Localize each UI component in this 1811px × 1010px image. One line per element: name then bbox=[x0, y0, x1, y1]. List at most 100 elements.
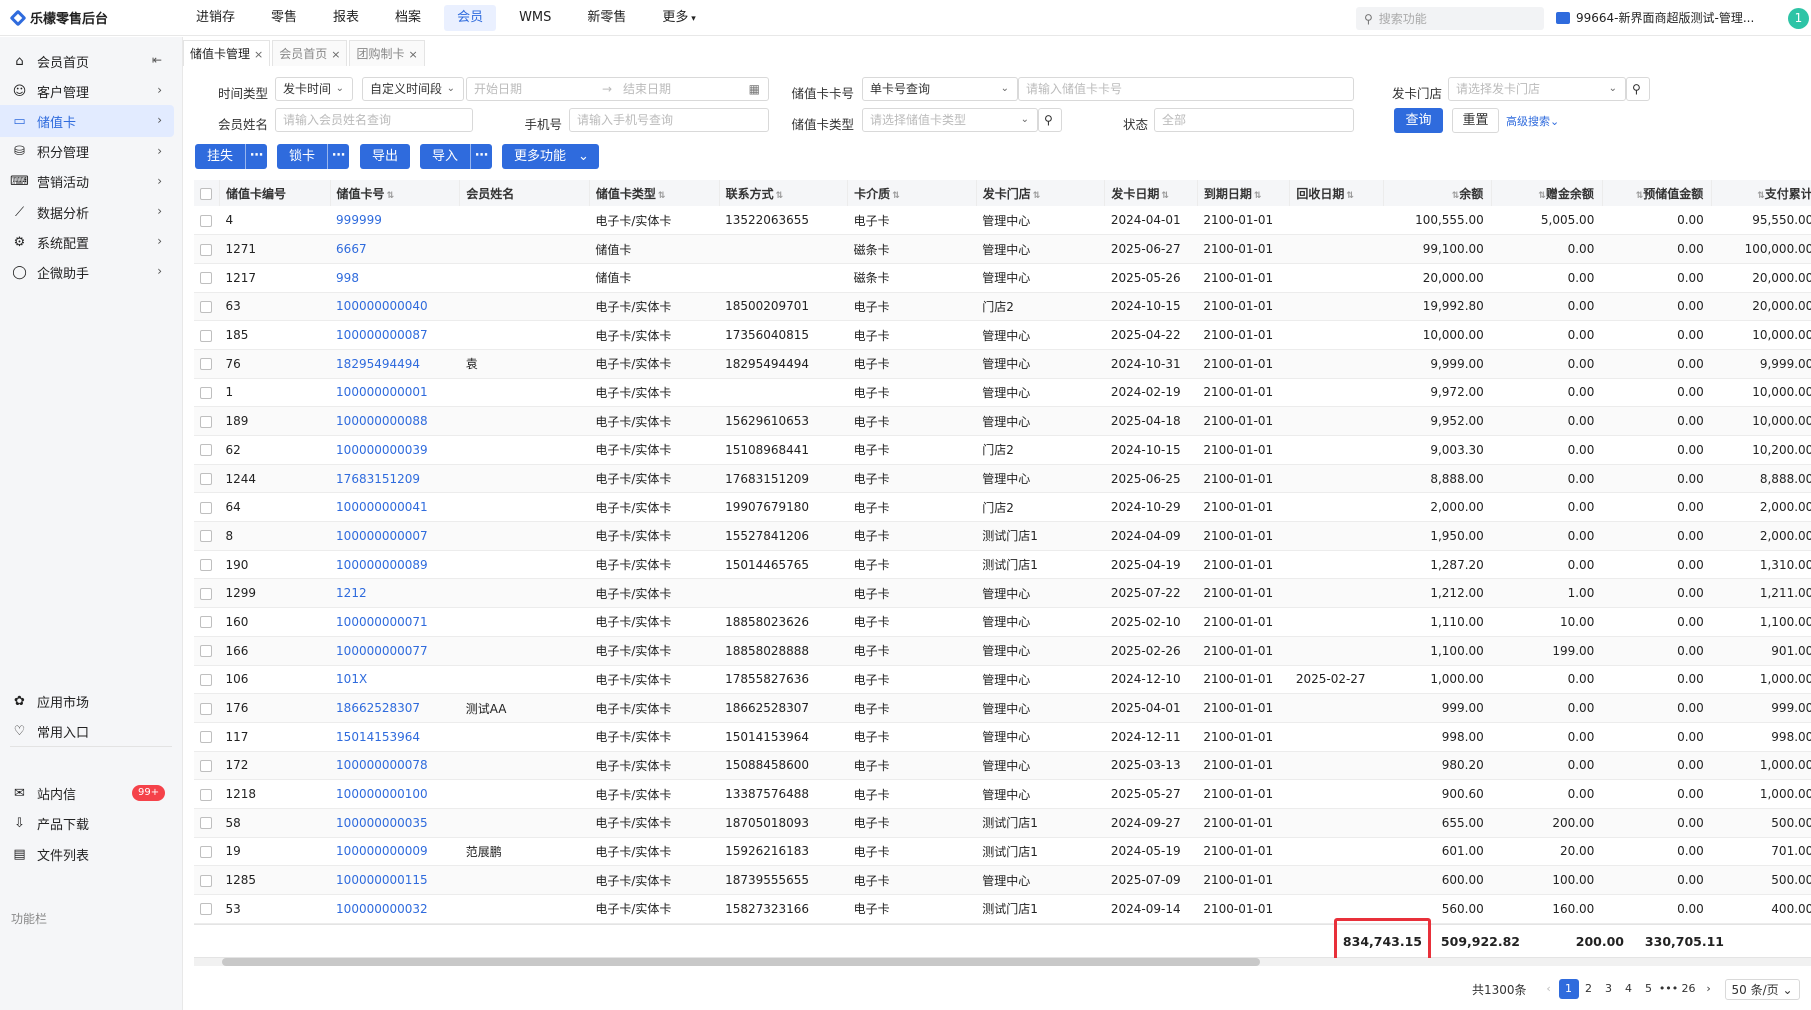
table-row[interactable]: 172 100000000078 电子卡/实体卡 15088458600 电子卡 管理中心… bbox=[194, 751, 1811, 781]
card-no-link[interactable]: 100000000115 bbox=[336, 873, 428, 887]
sidebar-item[interactable]: ⛁ 积分管理 › bbox=[0, 136, 174, 168]
export-button[interactable]: 导出 bbox=[360, 144, 411, 169]
sidebar-item[interactable]: ▭ 储值卡 › bbox=[0, 105, 174, 138]
page-size-select[interactable]: 50 条/页 ⌄ bbox=[1724, 978, 1800, 1000]
row-checkbox[interactable] bbox=[200, 731, 212, 744]
row-checkbox[interactable] bbox=[200, 702, 212, 715]
card-no-link[interactable]: 998 bbox=[336, 271, 359, 285]
row-checkbox[interactable] bbox=[200, 874, 212, 887]
sidebar-func-item[interactable]: ▤ 文件列表 bbox=[0, 838, 174, 870]
topnav-item[interactable]: 报表 bbox=[320, 5, 372, 31]
card-no-link[interactable]: 100000000100 bbox=[336, 787, 428, 801]
row-checkbox[interactable] bbox=[200, 444, 212, 457]
card-no-link[interactable]: 100000000077 bbox=[336, 644, 428, 658]
table-row[interactable]: 185 100000000087 电子卡/实体卡 17356040815 电子卡 管理中心… bbox=[194, 320, 1811, 350]
topnav-item[interactable]: 新零售 bbox=[574, 5, 639, 31]
table-row[interactable]: 190 100000000089 电子卡/实体卡 15014465765 电子卡 测试门店… bbox=[194, 550, 1811, 580]
card-no-link[interactable]: 18295494494 bbox=[336, 357, 420, 371]
sort-icon[interactable]: ⇅ bbox=[1757, 191, 1765, 201]
topnav-item[interactable]: 零售 bbox=[258, 5, 310, 31]
card-no-link[interactable]: 999999 bbox=[336, 213, 382, 227]
close-icon[interactable]: × bbox=[331, 48, 340, 61]
more-options-icon[interactable]: ⋯ bbox=[470, 144, 492, 169]
column-header[interactable]: 会员姓名 bbox=[459, 180, 590, 206]
scrollbar-thumb[interactable] bbox=[222, 958, 1260, 966]
column-header[interactable]: ⇅支付累计 bbox=[1711, 180, 1811, 206]
topnav-item[interactable]: WMS bbox=[506, 5, 564, 31]
table-row[interactable]: 1217 998 储值卡 磁条卡 管理中心 2025-05-26 2100-01-01 20,… bbox=[194, 263, 1811, 293]
period-select[interactable]: 自定义时间段 ⌄ bbox=[362, 77, 464, 101]
topnav-item[interactable]: 进销存 bbox=[183, 5, 248, 31]
prev-page-icon[interactable]: ‹ bbox=[1539, 979, 1559, 999]
table-row[interactable]: 1299 1212 电子卡/实体卡 电子卡 管理中心 2025-07-22 2100-01-… bbox=[194, 578, 1811, 609]
table-row[interactable]: 53 100000000032 电子卡/实体卡 15827323166 电子卡 测试门店1… bbox=[194, 894, 1811, 924]
report-loss-button[interactable]: 挂失 ⋯ bbox=[195, 144, 268, 169]
time-type-select[interactable]: 发卡时间 ⌄ bbox=[275, 77, 353, 101]
page-button[interactable]: 2 bbox=[1579, 979, 1599, 999]
card-no-link[interactable]: 100000000001 bbox=[336, 385, 428, 399]
card-no-link[interactable]: 6667 bbox=[336, 242, 367, 256]
sort-icon[interactable]: ⇅ bbox=[892, 191, 900, 201]
date-range-picker[interactable]: 开始日期 → 结束日期 ▦ bbox=[466, 77, 769, 101]
column-header[interactable]: 发卡日期 ⇅ bbox=[1104, 180, 1198, 206]
table-row[interactable]: 1 100000000001 电子卡/实体卡 电子卡 管理中心 2024-02-19 210… bbox=[194, 378, 1811, 408]
tab[interactable]: 会员首页 × bbox=[272, 40, 348, 66]
card-no-link[interactable]: 100000000039 bbox=[336, 443, 428, 457]
sidebar-item[interactable]: ⟋ 数据分析 › bbox=[0, 196, 174, 228]
column-header[interactable]: 联系方式 ⇅ bbox=[719, 180, 849, 206]
store-search-icon[interactable]: ⚲ bbox=[1626, 77, 1650, 101]
card-no-link[interactable]: 100000000041 bbox=[336, 500, 428, 514]
row-checkbox[interactable] bbox=[200, 358, 212, 371]
column-header[interactable]: ⇅预储值金额 bbox=[1602, 180, 1713, 206]
status-select[interactable]: 全部 bbox=[1154, 108, 1354, 132]
table-row[interactable]: 160 100000000071 电子卡/实体卡 18858023626 电子卡 管理中心… bbox=[194, 607, 1811, 637]
row-checkbox[interactable] bbox=[200, 415, 212, 428]
table-row[interactable]: 1285 100000000115 电子卡/实体卡 18739555655 电子卡 管理中… bbox=[194, 865, 1811, 895]
sort-icon[interactable]: ⇅ bbox=[1254, 191, 1262, 201]
row-checkbox[interactable] bbox=[200, 587, 212, 600]
table-row[interactable]: 8 100000000007 电子卡/实体卡 15527841206 电子卡 测试门店1 2… bbox=[194, 521, 1811, 551]
sidebar-item[interactable]: ⌂ 会员首页 ⇤ bbox=[0, 45, 174, 77]
next-page-icon[interactable]: › bbox=[1699, 979, 1719, 999]
sidebar-item[interactable]: ◯ 企微助手 › bbox=[0, 256, 174, 288]
column-header[interactable]: 储值卡类型 ⇅ bbox=[589, 180, 720, 206]
horizontal-scrollbar[interactable] bbox=[194, 958, 1811, 966]
card-no-link[interactable]: 101X bbox=[336, 672, 367, 686]
import-button[interactable]: 导入 ⋯ bbox=[420, 144, 493, 169]
row-checkbox[interactable] bbox=[200, 616, 212, 629]
sort-icon[interactable]: ⇅ bbox=[1161, 191, 1169, 201]
page-button[interactable]: ••• bbox=[1659, 979, 1679, 999]
table-row[interactable]: 1218 100000000100 电子卡/实体卡 13387576488 电子卡 管理中… bbox=[194, 779, 1811, 809]
table-row[interactable]: 63 100000000040 电子卡/实体卡 18500209701 电子卡 门店2 20… bbox=[194, 292, 1811, 322]
more-functions-button[interactable]: 更多功能 ⌄ bbox=[502, 144, 599, 169]
table-row[interactable]: 1244 17683151209 电子卡/实体卡 17683151209 电子卡 管理中心… bbox=[194, 464, 1811, 494]
tab[interactable]: 团购制卡 × bbox=[349, 40, 425, 66]
card-no-link[interactable]: 100000000071 bbox=[336, 615, 428, 629]
row-checkbox[interactable] bbox=[200, 214, 212, 227]
table-row[interactable]: 58 100000000035 电子卡/实体卡 18705018093 电子卡 测试门店1… bbox=[194, 808, 1811, 838]
sort-icon[interactable]: ⇅ bbox=[776, 191, 784, 201]
table-row[interactable]: 117 15014153964 电子卡/实体卡 15014153964 电子卡 管理中心 2… bbox=[194, 722, 1811, 752]
card-no-link[interactable]: 100000000040 bbox=[336, 299, 428, 313]
row-checkbox[interactable] bbox=[200, 501, 212, 514]
sidebar-item[interactable]: ⌨ 营销活动 › bbox=[0, 166, 174, 198]
store-switcher[interactable]: 99664-新界面商超版测试-管理... bbox=[1556, 9, 1754, 26]
select-all-checkbox[interactable] bbox=[200, 187, 212, 200]
sort-icon[interactable]: ⇅ bbox=[1346, 191, 1354, 201]
table-row[interactable]: 189 100000000088 电子卡/实体卡 15629610653 电子卡 管理中心… bbox=[194, 406, 1811, 436]
row-checkbox[interactable] bbox=[200, 243, 212, 256]
row-checkbox[interactable] bbox=[200, 645, 212, 658]
row-checkbox[interactable] bbox=[200, 300, 212, 313]
sort-icon[interactable]: ⇅ bbox=[1033, 191, 1041, 201]
card-type-search-icon[interactable]: ⚲ bbox=[1038, 108, 1062, 132]
column-header[interactable]: 发卡门店 ⇅ bbox=[976, 180, 1106, 206]
close-icon[interactable]: × bbox=[408, 48, 417, 61]
more-options-icon[interactable]: ⋯ bbox=[327, 144, 349, 169]
sidebar-func-item[interactable]: ✉ 站内信 99+ bbox=[0, 777, 174, 809]
table-row[interactable]: 176 18662528307 测试AA 电子卡/实体卡 18662528307 电子卡管… bbox=[194, 693, 1811, 723]
row-checkbox[interactable] bbox=[200, 845, 212, 858]
close-icon[interactable]: × bbox=[254, 48, 263, 61]
page-button[interactable]: 5 bbox=[1639, 979, 1659, 999]
table-row[interactable]: 166 100000000077 电子卡/实体卡 18858028888 电子卡 管理中心… bbox=[194, 636, 1811, 666]
page-button[interactable]: 4 bbox=[1619, 979, 1639, 999]
